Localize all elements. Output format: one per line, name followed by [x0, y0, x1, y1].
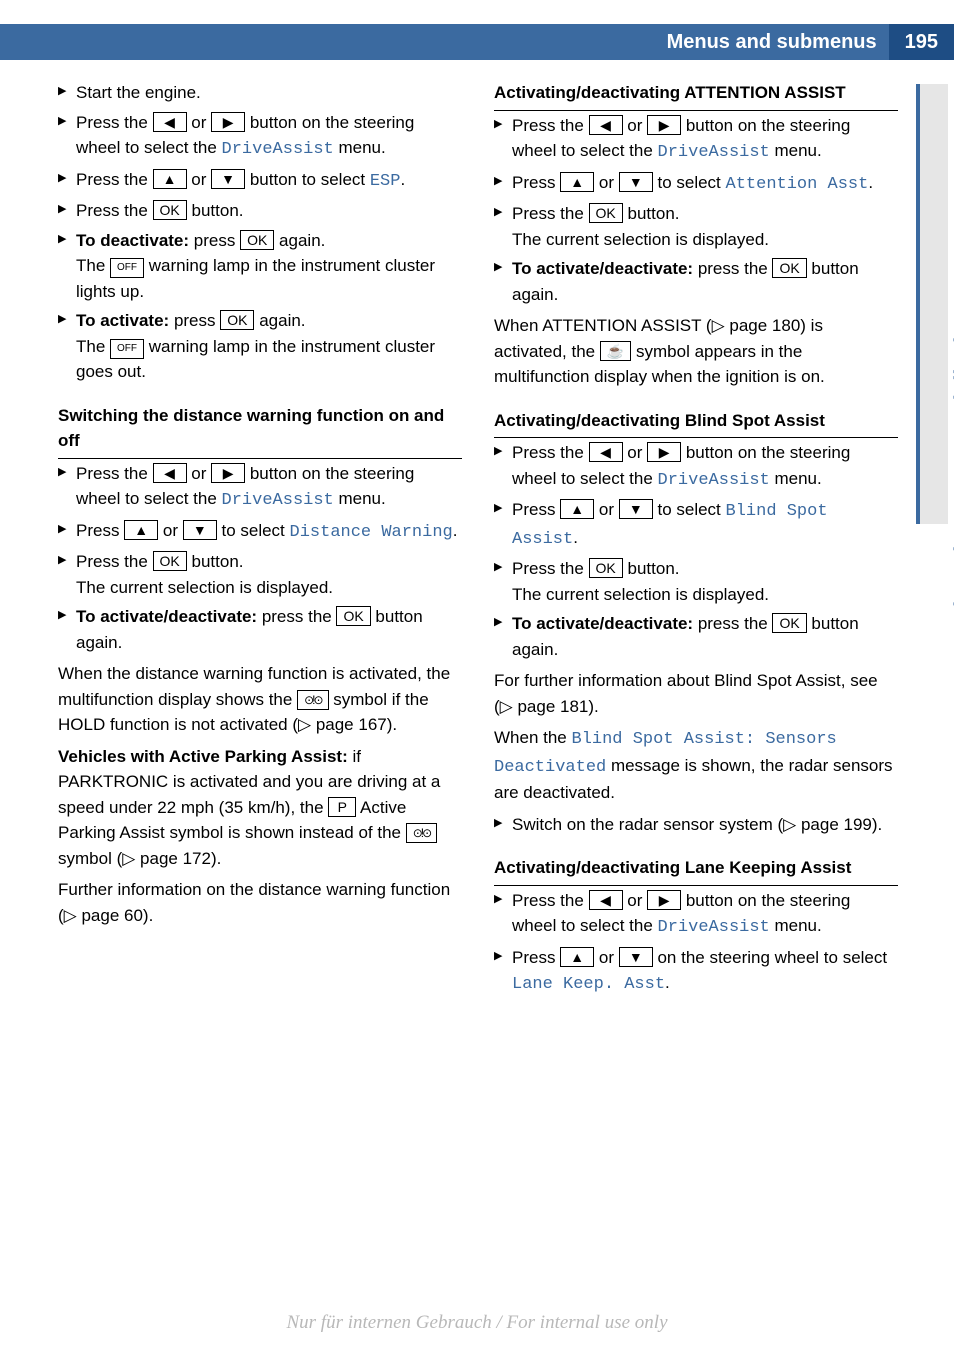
parking-p-icon: P [328, 797, 356, 817]
blindspot-heading: Activating/deactivating Blind Spot Assis… [494, 408, 898, 439]
step: Press the ◀ or ▶ button on the steering … [58, 461, 462, 514]
step: Press ▲ or ▼ to select Distance Warning. [58, 518, 462, 546]
driveassist-term: DriveAssist [658, 918, 770, 937]
ok-button-icon: OK [240, 230, 274, 250]
blindspot-para-2: When the Blind Spot Assist: Sensors Deac… [494, 725, 898, 806]
step: To activate: press OK again. The OFF war… [58, 308, 462, 385]
step: Press the OK button. The current selecti… [494, 556, 898, 607]
driveassist-term: DriveAssist [658, 471, 770, 490]
step: Press the ◀ or ▶ button on the steering … [494, 113, 898, 166]
step: Press the ◀ or ▶ button on the steering … [494, 888, 898, 941]
distance-steps: Press the ◀ or ▶ button on the steering … [58, 461, 462, 656]
distance-heading: Switching the distance warning function … [58, 403, 462, 459]
down-arrow-icon: ▼ [619, 499, 653, 519]
right-arrow-icon: ▶ [647, 115, 681, 135]
left-arrow-icon: ◀ [589, 115, 623, 135]
footer-watermark: Nur für internen Gebrauch / For internal… [0, 1312, 954, 1334]
down-arrow-icon: ▼ [183, 520, 217, 540]
attention-steps: Press the ◀ or ▶ button on the steering … [494, 113, 898, 308]
distance-symbol-icon: ⊙!⊙ [406, 823, 437, 843]
pageref-triangle-icon: ▷ [122, 849, 135, 868]
ok-button-icon: OK [772, 258, 806, 278]
distance-para-3: Further information on the distance warn… [58, 877, 462, 928]
attention-heading: Activating/deactivating ATTENTION ASSIST [494, 80, 898, 111]
up-arrow-icon: ▲ [560, 172, 594, 192]
step: Press the OK button. [58, 198, 462, 224]
down-arrow-icon: ▼ [211, 169, 245, 189]
pageref-triangle-icon: ▷ [783, 815, 796, 834]
driveassist-term: DriveAssist [222, 140, 334, 159]
left-arrow-icon: ◀ [153, 463, 187, 483]
down-arrow-icon: ▼ [619, 947, 653, 967]
right-arrow-icon: ▶ [211, 112, 245, 132]
up-arrow-icon: ▲ [560, 499, 594, 519]
ok-button-icon: OK [772, 613, 806, 633]
cup-icon: ☕ [600, 341, 631, 361]
step: To activate/deactivate: press the OK but… [58, 604, 462, 655]
step: Press the ◀ or ▶ button on the steering … [58, 110, 462, 163]
esp-term: ESP [370, 172, 401, 191]
step: Press the OK button. The current selecti… [494, 201, 898, 252]
ok-button-icon: OK [589, 558, 623, 578]
side-tab-label: On-board computer and displays [950, 300, 954, 645]
ok-button-icon: OK [220, 310, 254, 330]
step: Press the ◀ or ▶ button on the steering … [494, 440, 898, 493]
right-column: Activating/deactivating ATTENTION ASSIST… [494, 80, 898, 1002]
right-arrow-icon: ▶ [647, 442, 681, 462]
driveassist-term: DriveAssist [222, 491, 334, 510]
lanekeep-heading: Activating/deactivating Lane Keeping Ass… [494, 855, 898, 886]
driveassist-term: DriveAssist [658, 143, 770, 162]
distance-para-1: When the distance warning function is ac… [58, 661, 462, 738]
lanekeep-steps: Press the ◀ or ▶ button on the steering … [494, 888, 898, 998]
step: Press ▲ or ▼ to select Blind Spot Assist… [494, 497, 898, 552]
up-arrow-icon: ▲ [153, 169, 187, 189]
step: Start the engine. [58, 80, 462, 106]
blindspot-para-1: For further information about Blind Spot… [494, 668, 898, 719]
header-bar: Menus and submenus 195 [0, 24, 954, 60]
ok-button-icon: OK [336, 606, 370, 626]
left-arrow-icon: ◀ [589, 442, 623, 462]
lanekeep-term: Lane Keep. Asst [512, 975, 665, 994]
page-number: 195 [889, 24, 954, 60]
attention-term: Attention Asst [726, 175, 869, 194]
distance-term: Distance Warning [290, 523, 453, 542]
header-title: Menus and submenus [667, 24, 889, 60]
pageref-triangle-icon: ▷ [298, 715, 311, 734]
attention-para: When ATTENTION ASSIST (▷ page 180) is ac… [494, 313, 898, 390]
step: To activate/deactivate: press the OK but… [494, 611, 898, 662]
left-column: Start the engine. Press the ◀ or ▶ butto… [58, 80, 462, 1002]
side-tab [916, 84, 948, 524]
off-lamp-icon: OFF [110, 339, 144, 359]
content: Start the engine. Press the ◀ or ▶ butto… [58, 80, 898, 1002]
step: To deactivate: press OK again. The OFF w… [58, 228, 462, 305]
ok-button-icon: OK [153, 551, 187, 571]
pageref-triangle-icon: ▷ [712, 316, 725, 335]
pageref-triangle-icon: ▷ [500, 697, 513, 716]
blindspot-steps: Press the ◀ or ▶ button on the steering … [494, 440, 898, 662]
radar-step: Switch on the radar sensor system (▷ pag… [494, 812, 898, 838]
down-arrow-icon: ▼ [619, 172, 653, 192]
off-lamp-icon: OFF [110, 258, 144, 278]
esp-steps: Start the engine. Press the ◀ or ▶ butto… [58, 80, 462, 385]
step: Press ▲ or ▼ on the steering wheel to se… [494, 945, 898, 998]
right-arrow-icon: ▶ [647, 890, 681, 910]
up-arrow-icon: ▲ [124, 520, 158, 540]
pageref-triangle-icon: ▷ [64, 906, 77, 925]
ok-button-icon: OK [153, 200, 187, 220]
step: To activate/deactivate: press the OK but… [494, 256, 898, 307]
ok-button-icon: OK [589, 203, 623, 223]
step: Press the OK button. The current selecti… [58, 549, 462, 600]
left-arrow-icon: ◀ [153, 112, 187, 132]
distance-para-2: Vehicles with Active Parking Assist: if … [58, 744, 462, 872]
step: Switch on the radar sensor system (▷ pag… [494, 812, 898, 838]
step: Press the ▲ or ▼ button to select ESP. [58, 167, 462, 195]
up-arrow-icon: ▲ [560, 947, 594, 967]
distance-symbol-icon: ⊙!⊙ [297, 690, 328, 710]
step: Press ▲ or ▼ to select Attention Asst. [494, 170, 898, 198]
left-arrow-icon: ◀ [589, 890, 623, 910]
right-arrow-icon: ▶ [211, 463, 245, 483]
